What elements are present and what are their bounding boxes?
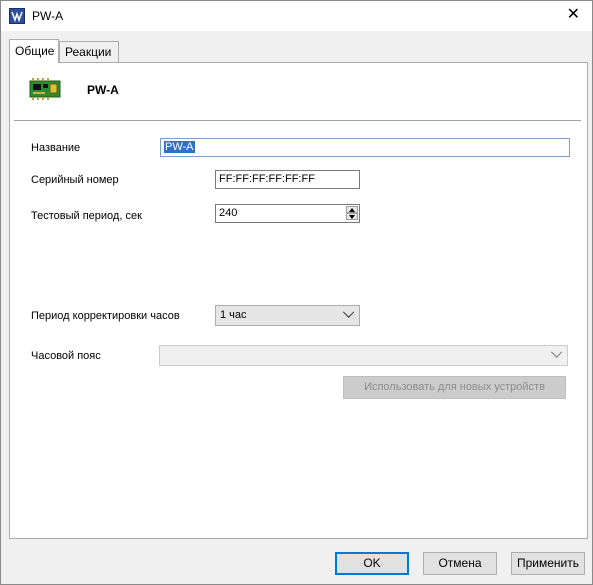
- spin-down-icon[interactable]: [346, 213, 358, 220]
- spin-up-icon[interactable]: [346, 206, 358, 213]
- serial-input[interactable]: FF:FF:FF:FF:FF:FF: [215, 170, 360, 189]
- dialog-window: PW-A ✕ Реакции Общие PW-A Название PW-A …: [0, 0, 593, 585]
- name-input[interactable]: PW-A: [160, 138, 570, 157]
- clock-period-label: Период корректировки часов: [31, 310, 180, 322]
- spin-buttons: [346, 206, 358, 221]
- use-for-new-devices-button[interactable]: Использовать для новых устройств: [343, 376, 566, 399]
- window-title: PW-A: [32, 9, 64, 23]
- close-icon[interactable]: ✕: [567, 7, 580, 23]
- clock-period-value: 1 час: [220, 309, 247, 321]
- header-divider-highlight: [14, 121, 581, 122]
- tab-general-label: Общие: [15, 44, 55, 58]
- title-bar[interactable]: PW-A ✕: [1, 1, 592, 31]
- serial-label: Серийный номер: [31, 174, 119, 186]
- timezone-label: Часовой пояс: [31, 350, 101, 362]
- test-period-value: 240: [219, 207, 238, 219]
- app-icon: [9, 8, 25, 24]
- clock-period-select[interactable]: 1 час: [215, 305, 360, 326]
- cancel-button[interactable]: Отмена: [423, 552, 497, 575]
- test-period-label: Тестовый период, сек: [31, 210, 142, 222]
- name-input-value: PW-A: [164, 141, 195, 153]
- tab-reactions-label: Реакции: [65, 45, 112, 59]
- test-period-spinner[interactable]: 240: [215, 204, 360, 223]
- device-name: PW-A: [87, 83, 119, 97]
- serial-input-value: FF:FF:FF:FF:FF:FF: [219, 173, 315, 185]
- tab-panel-general: PW-A Название PW-A Серийный номер FF:FF:…: [9, 62, 588, 539]
- tab-reactions[interactable]: Реакции: [59, 41, 119, 62]
- chevron-down-icon: [342, 306, 355, 318]
- tab-general[interactable]: Общие: [9, 39, 59, 63]
- ok-button[interactable]: OK: [335, 552, 409, 575]
- apply-button[interactable]: Применить: [511, 552, 585, 575]
- name-label: Название: [31, 142, 81, 154]
- chevron-down-icon: [550, 346, 563, 358]
- timezone-select[interactable]: [159, 345, 568, 366]
- circuit-board-icon: [29, 78, 61, 100]
